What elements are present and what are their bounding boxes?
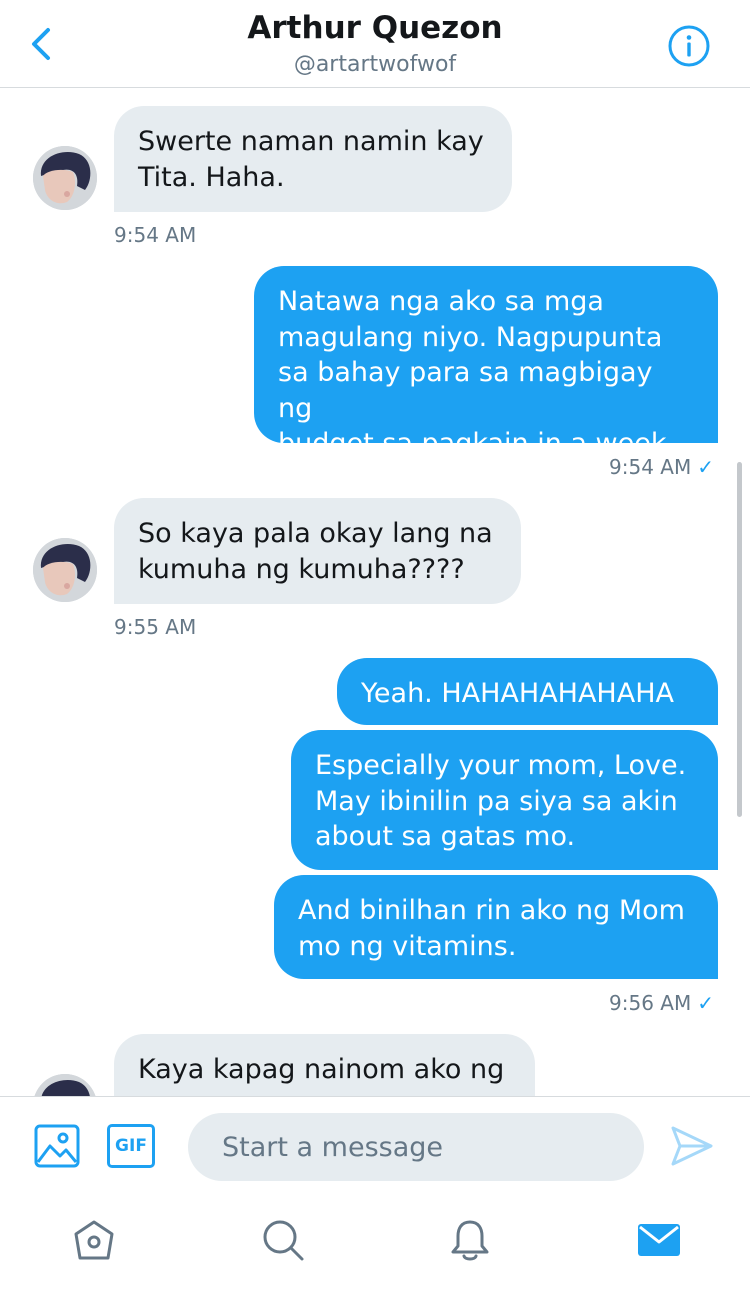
outgoing-message-bubble[interactable]: Yeah. HAHAHAHAHAHA (337, 658, 718, 725)
message-line: sa bahay para sa magbigay ng (278, 357, 653, 424)
message-timestamp: 9:54 AM (609, 455, 692, 479)
message-timestamp: 9:55 AM (114, 615, 197, 639)
message-line: Yeah. HAHAHAHAHAHA (361, 678, 674, 709)
outgoing-message-bubble[interactable]: Especially your mom, Love. May ibinilin … (291, 730, 718, 870)
message-line: magulang niyo. Nagpupunta (278, 321, 663, 353)
message-meta: 9:54 AM ✓ (609, 455, 714, 479)
message-line: Kaya kapag nainom ako ng (138, 1054, 505, 1085)
avatar-photo (33, 146, 97, 210)
message-composer: GIF (0, 1096, 750, 1198)
incoming-message-bubble[interactable]: So kaya pala okay lang na kumuha ng kumu… (114, 498, 521, 604)
notifications-icon[interactable] (448, 1218, 492, 1262)
conversation-header: Arthur Quezon @artartwofwof (0, 0, 750, 88)
avatar-photo (33, 1074, 97, 1096)
avatar[interactable] (33, 538, 97, 602)
message-line: Tita. Haha. (138, 161, 285, 193)
conversation-handle: @artartwofwof (293, 52, 457, 77)
outgoing-message-bubble[interactable]: Natawa nga ako sa mga magulang niyo. Nag… (254, 266, 718, 459)
avatar[interactable] (33, 1074, 97, 1096)
read-check-icon: ✓ (697, 455, 714, 479)
message-line: May ibinilin pa siya sa akin (315, 785, 678, 817)
message-line: And binilhan rin ako ng Mom (298, 895, 685, 926)
conversation-title[interactable]: Arthur Quezon (0, 10, 750, 46)
message-line: kumuha ng kumuha???? (138, 553, 465, 585)
messages-icon[interactable] (637, 1218, 681, 1262)
image-icon[interactable] (34, 1124, 80, 1168)
incoming-message-bubble[interactable]: Kaya kapag nainom ako ng (114, 1034, 535, 1096)
info-icon[interactable] (667, 24, 711, 68)
message-line: Natawa nga ako sa mga (278, 286, 604, 317)
bottom-tab-bar (0, 1198, 750, 1294)
message-meta: 9:56 AM ✓ (609, 991, 714, 1015)
outgoing-message-bubble[interactable]: And binilhan rin ako ng Mom mo ng vitami… (274, 875, 718, 979)
send-icon[interactable] (670, 1125, 714, 1167)
message-line: So kaya pala okay lang na (138, 518, 493, 549)
incoming-message-bubble[interactable]: Swerte naman namin kay Tita. Haha. (114, 106, 512, 212)
message-timestamp: 9:56 AM (609, 991, 692, 1015)
message-line: Swerte naman namin kay (138, 126, 484, 157)
search-icon[interactable] (261, 1218, 305, 1262)
message-input[interactable] (188, 1113, 644, 1181)
scrollbar[interactable] (737, 462, 742, 817)
message-line: Especially your mom, Love. (315, 750, 687, 781)
message-line: about sa gatas mo. (315, 821, 576, 852)
message-thread[interactable]: Swerte naman namin kay Tita. Haha. 9:54 … (0, 89, 750, 1096)
message-line: mo ng vitamins. (298, 930, 517, 962)
message-timestamp: 9:54 AM (114, 223, 197, 247)
avatar-photo (33, 538, 97, 602)
avatar[interactable] (33, 146, 97, 210)
home-icon[interactable] (72, 1218, 116, 1262)
read-check-icon: ✓ (697, 991, 714, 1015)
gif-button[interactable]: GIF (107, 1124, 155, 1168)
